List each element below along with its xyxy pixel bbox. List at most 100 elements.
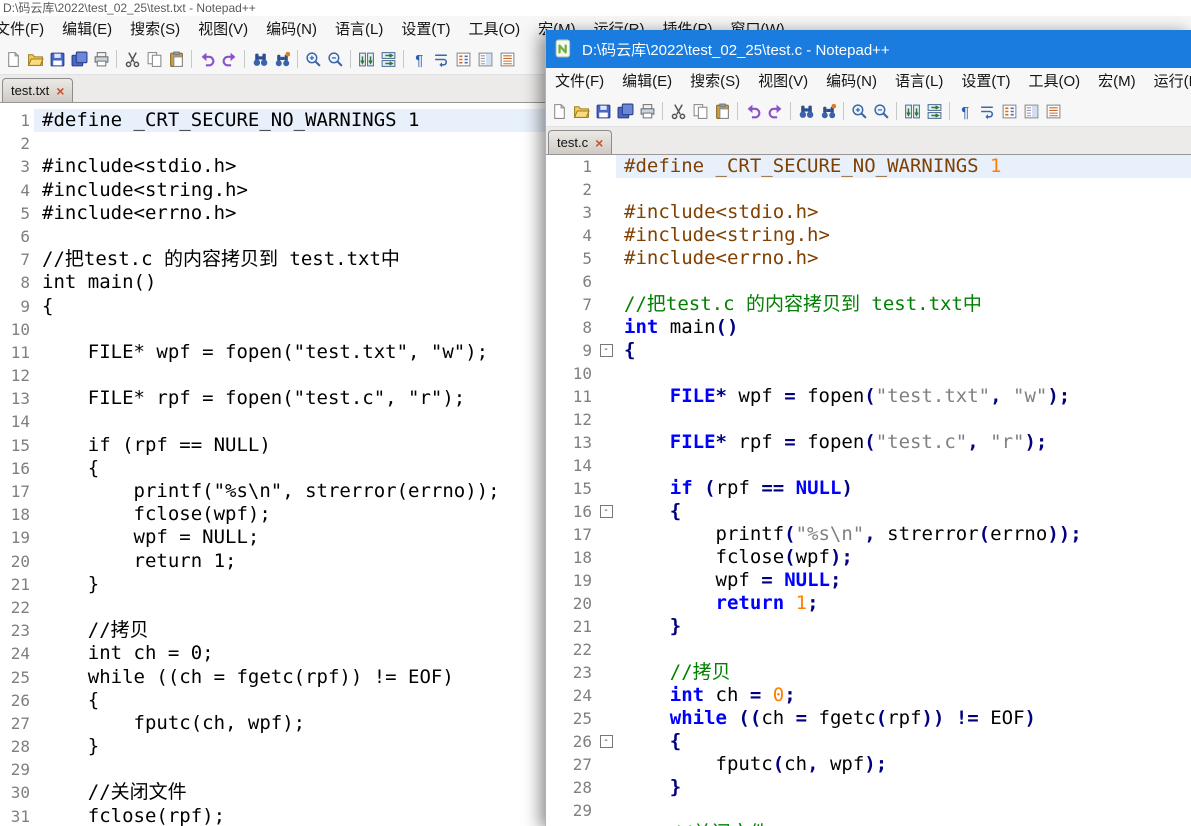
copy-icon[interactable] — [690, 101, 710, 121]
fold-marker[interactable]: - — [596, 730, 616, 753]
print-icon[interactable] — [637, 101, 657, 121]
save-icon[interactable] — [47, 49, 67, 69]
menu-item[interactable]: 工具(O) — [1019, 68, 1089, 96]
doc-list-icon[interactable] — [497, 49, 517, 69]
menu-item[interactable]: 编辑(E) — [613, 68, 681, 96]
doc-list-icon[interactable] — [1043, 101, 1063, 121]
word-wrap-icon[interactable] — [977, 101, 997, 121]
show-symbols-icon[interactable]: ¶ — [409, 49, 429, 69]
code-line[interactable]: 11 FILE* wpf = fopen("test.txt", "w"); — [546, 385, 1191, 408]
code-line[interactable]: 3#include<stdio.h> — [546, 201, 1191, 224]
code-line[interactable]: 1#define _CRT_SECURE_NO_WARNINGS 1 — [546, 155, 1191, 178]
new-file-icon[interactable] — [3, 49, 23, 69]
save-icon[interactable] — [593, 101, 613, 121]
paste-icon[interactable] — [166, 49, 186, 69]
code-line[interactable]: 27 fputc(ch, wpf); — [546, 753, 1191, 776]
print-icon[interactable] — [91, 49, 111, 69]
tab-close-icon[interactable]: × — [56, 84, 64, 98]
redo-icon[interactable] — [219, 49, 239, 69]
cut-icon[interactable] — [668, 101, 688, 121]
sync-scroll-v-icon[interactable] — [902, 101, 922, 121]
tab-test-txt[interactable]: test.txt × — [2, 78, 73, 102]
code-line[interactable]: 17 printf("%s\n", strerror(errno)); — [546, 523, 1191, 546]
code-line[interactable]: 6 — [546, 270, 1191, 293]
code-line[interactable]: 19 wpf = NULL; — [546, 569, 1191, 592]
zoom-in-icon[interactable] — [849, 101, 869, 121]
menu-item[interactable]: 宏(M) — [1089, 68, 1145, 96]
undo-icon[interactable] — [197, 49, 217, 69]
code-line[interactable]: 23 //拷贝 — [546, 661, 1191, 684]
code-line[interactable]: 24 int ch = 0; — [546, 684, 1191, 707]
tab-close-icon[interactable]: × — [595, 136, 603, 150]
sync-scroll-v-icon[interactable] — [356, 49, 376, 69]
find-icon[interactable] — [796, 101, 816, 121]
menu-item[interactable]: 运行(R) — [1145, 68, 1191, 96]
word-wrap-icon[interactable] — [431, 49, 451, 69]
menu-item[interactable]: 编辑(E) — [53, 16, 121, 44]
code-line[interactable]: 9-{ — [546, 339, 1191, 362]
menu-item[interactable]: 设置(T) — [392, 16, 459, 44]
code-line[interactable]: 21 } — [546, 615, 1191, 638]
doc-map-icon[interactable] — [1021, 101, 1041, 121]
code-line[interactable]: 30 //关闭文件 — [546, 822, 1191, 826]
zoom-out-icon[interactable] — [871, 101, 891, 121]
fold-marker[interactable]: - — [596, 500, 616, 523]
undo-icon[interactable] — [743, 101, 763, 121]
sync-scroll-h-icon[interactable] — [378, 49, 398, 69]
show-symbols-icon[interactable]: ¶ — [955, 101, 975, 121]
save-all-icon[interactable] — [615, 101, 635, 121]
doc-map-icon[interactable] — [475, 49, 495, 69]
line-number: 7 — [0, 248, 34, 271]
code-editor[interactable]: 1#define _CRT_SECURE_NO_WARNINGS 123#inc… — [546, 155, 1191, 826]
zoom-in-icon[interactable] — [303, 49, 323, 69]
open-folder-icon[interactable] — [571, 101, 591, 121]
code-line[interactable]: 14 — [546, 454, 1191, 477]
menu-item[interactable]: 语言(L) — [326, 16, 392, 44]
menu-item[interactable]: 搜索(S) — [681, 68, 749, 96]
replace-icon[interactable] — [272, 49, 292, 69]
code-line[interactable]: 28 } — [546, 776, 1191, 799]
code-line[interactable]: 7//把test.c 的内容拷贝到 test.txt中 — [546, 293, 1191, 316]
new-file-icon[interactable] — [549, 101, 569, 121]
fold-marker[interactable]: - — [596, 339, 616, 362]
function-list-icon[interactable] — [999, 101, 1019, 121]
menu-item[interactable]: 语言(L) — [886, 68, 952, 96]
sync-scroll-h-icon[interactable] — [924, 101, 944, 121]
menu-item[interactable]: 视图(V) — [749, 68, 817, 96]
code-line[interactable]: 2 — [546, 178, 1191, 201]
function-list-icon[interactable] — [453, 49, 473, 69]
code-line[interactable]: 13 FILE* rpf = fopen("test.c", "r"); — [546, 431, 1191, 454]
code-line[interactable]: 5#include<errno.h> — [546, 247, 1191, 270]
code-line[interactable]: 20 return 1; — [546, 592, 1191, 615]
save-all-icon[interactable] — [69, 49, 89, 69]
code-line[interactable]: 16- { — [546, 500, 1191, 523]
zoom-out-icon[interactable] — [325, 49, 345, 69]
code-line[interactable]: 22 — [546, 638, 1191, 661]
open-folder-icon[interactable] — [25, 49, 45, 69]
replace-icon[interactable] — [818, 101, 838, 121]
code-line[interactable]: 25 while ((ch = fgetc(rpf)) != EOF) — [546, 707, 1191, 730]
code-line[interactable]: 18 fclose(wpf); — [546, 546, 1191, 569]
menu-item[interactable]: 文件(F) — [546, 68, 613, 96]
redo-icon[interactable] — [765, 101, 785, 121]
menu-item[interactable]: 文件(F) — [0, 16, 53, 44]
menu-item[interactable]: 搜索(S) — [121, 16, 189, 44]
cut-icon[interactable] — [122, 49, 142, 69]
code-token — [624, 707, 670, 729]
paste-icon[interactable] — [712, 101, 732, 121]
menu-item[interactable]: 编码(N) — [817, 68, 886, 96]
code-line[interactable]: 26- { — [546, 730, 1191, 753]
copy-icon[interactable] — [144, 49, 164, 69]
code-line[interactable]: 10 — [546, 362, 1191, 385]
code-line[interactable]: 29 — [546, 799, 1191, 822]
code-line[interactable]: 8int main() — [546, 316, 1191, 339]
menu-item[interactable]: 工具(O) — [459, 16, 529, 44]
tab-test-c[interactable]: test.c × — [548, 130, 612, 154]
menu-item[interactable]: 设置(T) — [952, 68, 1019, 96]
menu-item[interactable]: 视图(V) — [189, 16, 257, 44]
find-icon[interactable] — [250, 49, 270, 69]
menu-item[interactable]: 编码(N) — [257, 16, 326, 44]
code-line[interactable]: 12 — [546, 408, 1191, 431]
code-line[interactable]: 15 if (rpf == NULL) — [546, 477, 1191, 500]
code-line[interactable]: 4#include<string.h> — [546, 224, 1191, 247]
